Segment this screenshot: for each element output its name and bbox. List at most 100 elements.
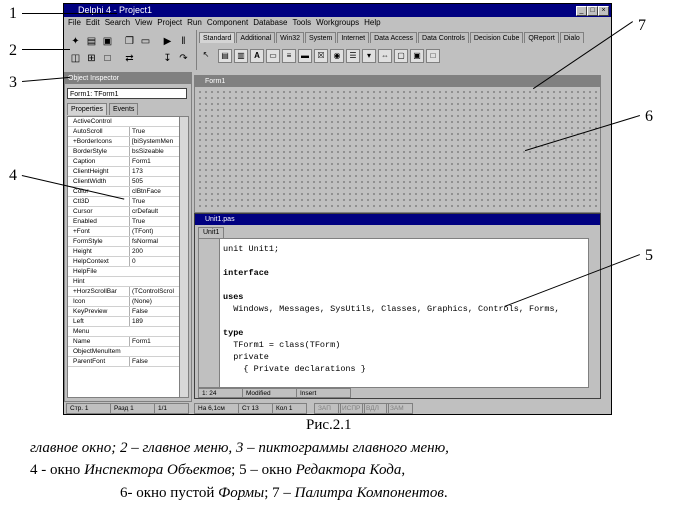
- checkbox-icon[interactable]: ☒: [314, 49, 328, 63]
- palette-tab-decision-cube[interactable]: Decision Cube: [469, 32, 524, 43]
- new-icon[interactable]: ✦: [70, 36, 81, 47]
- palette-tab-internet[interactable]: Internet: [337, 32, 370, 43]
- open-project-icon[interactable]: ◫: [70, 53, 81, 64]
- save-icon[interactable]: ▣: [102, 36, 113, 47]
- view-unit-icon[interactable]: ❐: [124, 36, 135, 47]
- code-area[interactable]: unit Unit1; interface uses Windows, Messag…: [198, 238, 589, 388]
- menu-workgroups[interactable]: Workgroups: [316, 18, 359, 27]
- property-row[interactable]: HelpContext 0: [68, 257, 180, 267]
- property-row[interactable]: ActiveControl: [68, 117, 180, 127]
- property-value[interactable]: bsSizeable: [129, 147, 180, 156]
- memo-icon[interactable]: ≡: [282, 49, 296, 63]
- radiobutton-icon[interactable]: ◉: [330, 49, 344, 63]
- menu-search[interactable]: Search: [105, 18, 130, 27]
- property-value[interactable]: 0: [129, 257, 180, 266]
- trace-into-icon[interactable]: ↧: [162, 53, 173, 64]
- property-row[interactable]: Height 200: [68, 247, 180, 257]
- property-value[interactable]: 200: [129, 247, 180, 256]
- property-row[interactable]: BorderStyle bsSizeable: [68, 147, 180, 157]
- editor-tab-unit1[interactable]: Unit1: [198, 227, 225, 238]
- property-value[interactable]: 173: [129, 167, 180, 176]
- property-row[interactable]: HelpFile: [68, 267, 180, 277]
- property-row[interactable]: Caption Form1: [68, 157, 180, 167]
- menu-file[interactable]: File: [68, 18, 81, 27]
- add-file-icon[interactable]: ⊞: [86, 53, 97, 64]
- palette-tab-data-access[interactable]: Data Access: [370, 32, 418, 43]
- property-value[interactable]: False: [129, 357, 180, 366]
- palette-tab-win32[interactable]: Win32: [276, 32, 305, 43]
- pause-icon[interactable]: ‖: [178, 36, 189, 47]
- property-value[interactable]: crDefault: [129, 207, 180, 216]
- object-selector[interactable]: Form1: TForm1: [67, 88, 187, 99]
- property-value[interactable]: 505: [129, 177, 180, 186]
- groupbox-icon[interactable]: ▢: [394, 49, 408, 63]
- scrollbar-icon[interactable]: ⇔: [378, 49, 392, 63]
- button-icon[interactable]: ▬: [298, 49, 312, 63]
- menu-help[interactable]: Help: [364, 18, 380, 27]
- property-row[interactable]: Left 189: [68, 317, 180, 327]
- menu-edit[interactable]: Edit: [86, 18, 100, 27]
- property-value[interactable]: fsNormal: [129, 237, 180, 246]
- property-value[interactable]: True: [129, 127, 180, 136]
- panel-icon[interactable]: □: [426, 49, 440, 63]
- property-value[interactable]: [biSystemMen: [129, 137, 180, 146]
- palette-tab-data-controls[interactable]: Data Controls: [418, 32, 469, 43]
- property-row[interactable]: Name Form1: [68, 337, 180, 347]
- property-value[interactable]: (TControlScrol: [129, 287, 180, 296]
- property-row[interactable]: Hint: [68, 277, 180, 287]
- run-icon[interactable]: ▶: [162, 36, 173, 47]
- property-value[interactable]: Form1: [129, 337, 180, 346]
- combobox-icon[interactable]: ▾: [362, 49, 376, 63]
- property-value[interactable]: 189: [129, 317, 180, 326]
- property-row[interactable]: FormStyle fsNormal: [68, 237, 180, 247]
- property-row[interactable]: +HorzScrollBar (TControlScrol: [68, 287, 180, 297]
- property-value[interactable]: (None): [129, 297, 180, 306]
- property-value[interactable]: clBtnFace: [129, 187, 180, 196]
- pointer-icon[interactable]: ↖: [200, 49, 212, 61]
- menu-database[interactable]: Database: [253, 18, 287, 27]
- menu-tools[interactable]: Tools: [292, 18, 311, 27]
- property-row[interactable]: ObjectMenuItem: [68, 347, 180, 357]
- tab-events[interactable]: Events: [109, 103, 139, 115]
- tab-properties[interactable]: Properties: [67, 103, 107, 115]
- property-row[interactable]: Enabled True: [68, 217, 180, 227]
- popupmenu-icon[interactable]: ▥: [234, 49, 248, 63]
- mainmenu-icon[interactable]: ▤: [218, 49, 232, 63]
- close-button[interactable]: ×: [598, 6, 609, 16]
- property-row[interactable]: KeyPreview False: [68, 307, 180, 317]
- edit-icon[interactable]: ▭: [266, 49, 280, 63]
- property-row[interactable]: ParentFont False: [68, 357, 180, 367]
- property-value[interactable]: False: [129, 307, 180, 316]
- inspector-scrollbar[interactable]: [179, 116, 189, 398]
- toggle-form-unit-icon[interactable]: ⇄: [124, 53, 135, 64]
- property-value[interactable]: True: [129, 197, 180, 206]
- label-icon[interactable]: A: [250, 49, 264, 63]
- menu-run[interactable]: Run: [187, 18, 202, 27]
- palette-tab-system[interactable]: System: [305, 32, 337, 43]
- radiogroup-icon[interactable]: ▣: [410, 49, 424, 63]
- menu-view[interactable]: View: [135, 18, 152, 27]
- open-icon[interactable]: ▤: [86, 36, 97, 47]
- remove-file-icon[interactable]: □: [102, 53, 113, 64]
- form-grid[interactable]: [197, 89, 598, 210]
- menu-project[interactable]: Project: [157, 18, 182, 27]
- property-value[interactable]: (TFont): [129, 227, 180, 236]
- property-value[interactable]: True: [129, 217, 180, 226]
- step-over-icon[interactable]: ↷: [178, 53, 189, 64]
- property-row[interactable]: Cursor crDefault: [68, 207, 180, 217]
- property-row[interactable]: ClientHeight 173: [68, 167, 180, 177]
- palette-tab-dialogs[interactable]: Dialo: [559, 32, 584, 43]
- property-row[interactable]: Icon (None): [68, 297, 180, 307]
- palette-tab-standard[interactable]: Standard: [199, 32, 236, 43]
- property-row[interactable]: ClientWidth 505: [68, 177, 180, 187]
- property-row[interactable]: AutoScroll True: [68, 127, 180, 137]
- minimize-button[interactable]: _: [576, 6, 587, 16]
- palette-tab-additional[interactable]: Additional: [236, 32, 276, 43]
- view-form-icon[interactable]: ▭: [140, 36, 151, 47]
- listbox-icon[interactable]: ☰: [346, 49, 360, 63]
- maximize-button[interactable]: □: [587, 6, 598, 16]
- property-row[interactable]: +BorderIcons [biSystemMen: [68, 137, 180, 147]
- menu-component[interactable]: Component: [207, 18, 248, 27]
- property-row[interactable]: +Font (TFont): [68, 227, 180, 237]
- property-row[interactable]: Menu: [68, 327, 180, 337]
